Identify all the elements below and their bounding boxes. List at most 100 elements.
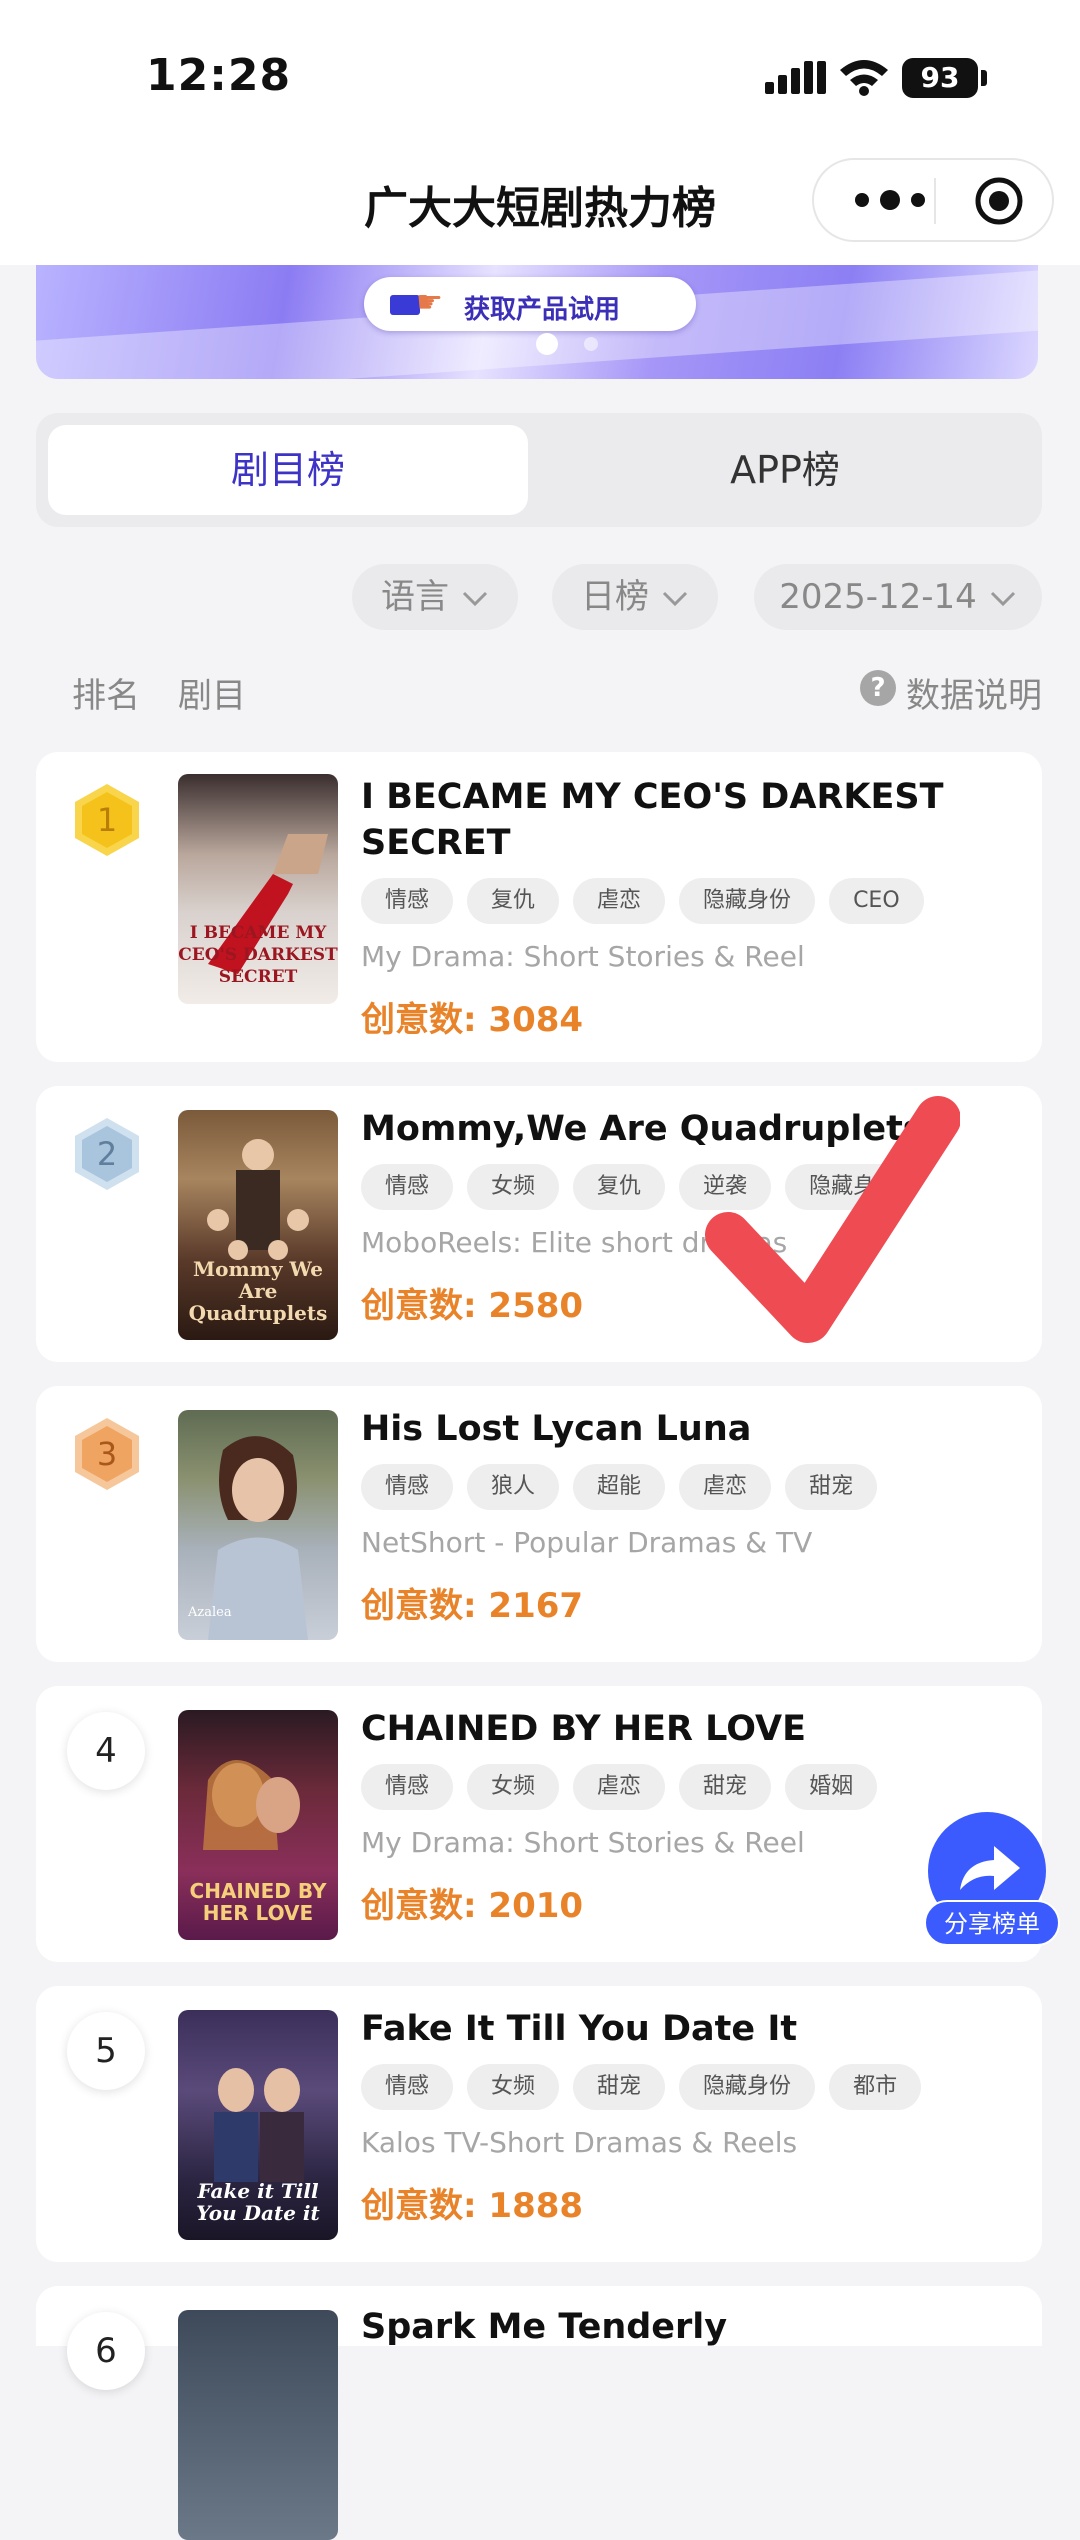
tag: 虐恋 xyxy=(679,1464,772,1510)
tag: 虐恋 xyxy=(573,878,666,924)
product-trial-button[interactable]: ☛ 获取产品试用 xyxy=(364,277,696,331)
cover-title: I BECAME MY CEO'S DARKEST SECRET xyxy=(178,923,338,987)
rank-number: 6 xyxy=(67,2312,145,2390)
gold-medal-icon: 1 xyxy=(75,784,139,856)
drama-cover[interactable]: Mommy We Are Quadruplets xyxy=(178,1110,338,1340)
target-circle-icon[interactable] xyxy=(974,176,1024,226)
app-name: NetShort - Popular Dramas & TV xyxy=(361,1526,813,1559)
tag: 都市 xyxy=(829,2064,922,2110)
tag-list: 情感 复仇 虐恋 隐藏身份 CEO xyxy=(361,878,938,924)
chevron-down-icon xyxy=(662,591,688,606)
drama-title: CHAINED BY HER LOVE xyxy=(361,1709,807,1749)
tag: 狼人 xyxy=(467,1464,560,1510)
capsule-divider xyxy=(934,178,936,224)
tag: 隐藏身份 xyxy=(679,878,816,924)
tag: 情感 xyxy=(361,2064,454,2110)
list-item[interactable]: 5 Fake it Till You Date it Fake It Till … xyxy=(36,1986,1042,2262)
period-filter[interactable]: 日榜 xyxy=(552,564,718,630)
tag-list: 情感 女频 虐恋 甜宠 婚姻 xyxy=(361,1764,891,1810)
tag: 婚姻 xyxy=(785,1764,878,1810)
cellular-signal-icon xyxy=(765,61,826,94)
creative-count: 创意数: 1888 xyxy=(361,2186,584,2226)
tag: 甜宠 xyxy=(573,2064,666,2110)
drama-column-header: 剧目 xyxy=(178,676,246,716)
data-note-link[interactable]: 数据说明 xyxy=(906,668,1042,717)
tag: 女频 xyxy=(467,1164,560,1210)
creative-count: 创意数: 2580 xyxy=(361,1286,584,1326)
medal-rank: 3 xyxy=(97,1435,117,1473)
banner-dot xyxy=(584,337,598,351)
drama-cover[interactable]: CHAINED BY HER LOVE xyxy=(178,1710,338,1940)
app-name: Kalos TV-Short Dramas & Reels xyxy=(361,2126,798,2159)
tag-list: 情感 狼人 超能 虐恋 甜宠 xyxy=(361,1464,891,1510)
chevron-down-icon xyxy=(462,591,488,606)
language-filter[interactable]: 语言 xyxy=(352,564,518,630)
share-ranking-button[interactable]: 分享榜单 xyxy=(924,1812,1080,1950)
tag: 情感 xyxy=(361,878,454,924)
cover-title: Azalea xyxy=(188,1605,232,1620)
question-circle-icon[interactable]: ? xyxy=(860,670,896,706)
list-item[interactable]: 3 Azalea His Lost Lycan Luna 情感 狼人 超能 虐恋 甜宠 … xyxy=(36,1386,1042,1662)
share-ranking-label: 分享榜单 xyxy=(924,1900,1060,1946)
tag: 隐藏身份 xyxy=(679,2064,816,2110)
creative-count: 创意数: 3084 xyxy=(361,1000,584,1040)
app-name: My Drama: Short Stories & Reel xyxy=(361,1826,805,1859)
app-name: My Drama: Short Stories & Reel xyxy=(361,940,805,973)
tag: 女频 xyxy=(467,1764,560,1810)
date-filter-label: 2025-12-14 xyxy=(779,577,977,617)
drama-title: I BECAME MY CEO'S DARKEST SECRET xyxy=(361,777,944,863)
wifi-icon xyxy=(840,60,888,96)
rank-number: 5 xyxy=(67,2012,145,2090)
creative-count: 创意数: 2167 xyxy=(361,1586,584,1626)
drama-cover[interactable] xyxy=(178,2310,338,2540)
list-item[interactable]: 1 I BECAME MY CEO'S DARKEST SECRET I BEC… xyxy=(36,752,1042,1062)
tag: 超能 xyxy=(573,1464,666,1510)
creative-count: 创意数: 2010 xyxy=(361,1886,584,1926)
period-filter-label: 日榜 xyxy=(581,577,649,617)
tag: 女频 xyxy=(467,2064,560,2110)
more-dots-icon[interactable] xyxy=(850,182,930,218)
tag: 虐恋 xyxy=(573,1764,666,1810)
battery-icon: 93 xyxy=(902,58,978,98)
tag: 复仇 xyxy=(573,1164,666,1210)
bronze-medal-icon: 3 xyxy=(75,1418,139,1490)
list-item[interactable]: 4 CHAINED BY HER LOVE CHAINED BY HER LOV… xyxy=(36,1686,1042,1962)
miniprogram-capsule xyxy=(812,158,1054,242)
tab-app-ranking[interactable]: APP榜 xyxy=(540,425,1030,515)
drama-cover[interactable]: Fake it Till You Date it xyxy=(178,2010,338,2240)
checkmark-overlay-icon xyxy=(705,1096,960,1343)
drama-title: Spark Me Tenderly xyxy=(361,2307,728,2347)
cover-title: Mommy We Are Quadruplets xyxy=(188,1257,328,1325)
tab-drama-ranking[interactable]: 剧目榜 xyxy=(48,425,528,515)
rank-number: 4 xyxy=(67,1712,145,1790)
status-bar: 12:28 93 xyxy=(0,0,1080,150)
medal-rank: 1 xyxy=(97,801,117,839)
tag: 情感 xyxy=(361,1164,454,1210)
promo-banner[interactable]: ☛ 获取产品试用 xyxy=(36,265,1038,379)
tag: 甜宠 xyxy=(785,1464,878,1510)
status-time: 12:28 xyxy=(146,50,292,101)
drama-title: His Lost Lycan Luna xyxy=(361,1409,752,1449)
cover-title: CHAINED BY HER LOVE xyxy=(189,1879,327,1925)
date-filter[interactable]: 2025-12-14 xyxy=(754,564,1042,630)
pointing-hand-icon: ☛ xyxy=(416,285,443,320)
product-trial-label: 获取产品试用 xyxy=(464,295,621,325)
ranking-tabs: 剧目榜 APP榜 xyxy=(36,413,1042,527)
drama-cover[interactable]: I BECAME MY CEO'S DARKEST SECRET xyxy=(178,774,338,1004)
tag: 情感 xyxy=(361,1764,454,1810)
drama-title: Fake It Till You Date It xyxy=(361,2009,798,2049)
cover-title: Fake it Till You Date it xyxy=(196,2179,320,2225)
tag: 情感 xyxy=(361,1464,454,1510)
banner-dot-active xyxy=(536,333,558,355)
tag-list: 情感 女频 甜宠 隐藏身份 都市 xyxy=(361,2064,935,2110)
tag: CEO xyxy=(829,878,924,924)
rank-column-header: 排名 xyxy=(72,676,140,716)
tag: 甜宠 xyxy=(679,1764,772,1810)
chevron-down-icon xyxy=(990,591,1015,606)
list-item[interactable]: 6 Spark Me Tenderly xyxy=(36,2286,1042,2540)
medal-rank: 2 xyxy=(97,1135,117,1173)
drama-cover[interactable]: Azalea xyxy=(178,1410,338,1640)
battery-tip xyxy=(981,70,987,86)
tag: 复仇 xyxy=(467,878,560,924)
silver-medal-icon: 2 xyxy=(75,1118,139,1190)
